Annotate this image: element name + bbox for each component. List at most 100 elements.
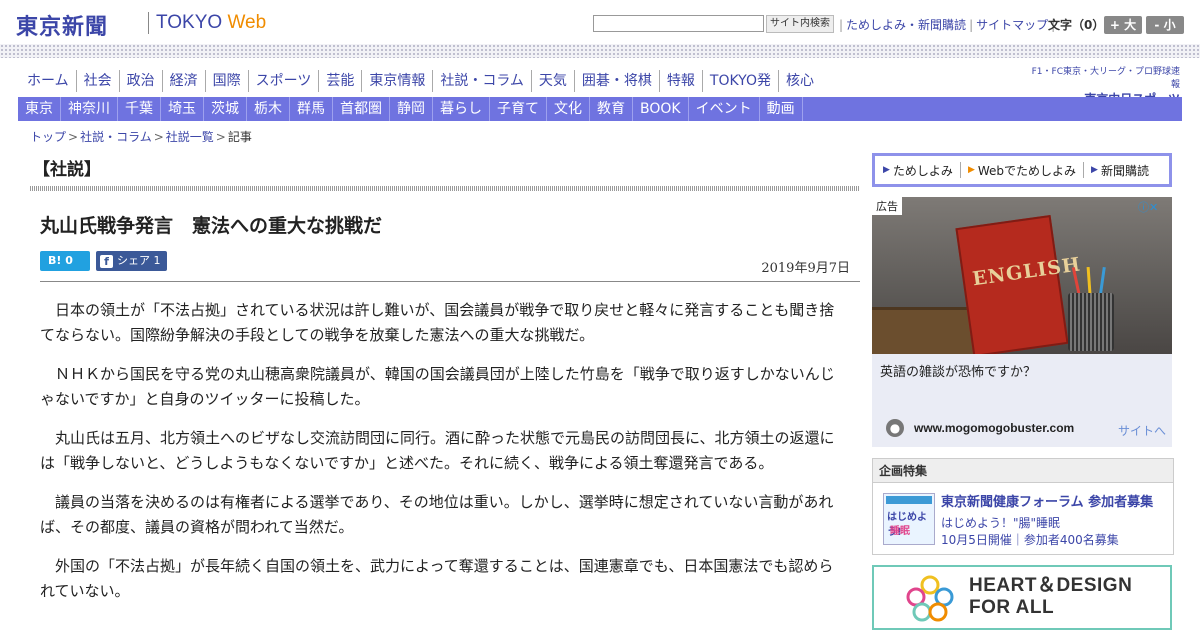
region-gunma[interactable]: 群馬 [290, 97, 333, 121]
adchoices-icon[interactable]: ⓘ✕ [1138, 199, 1158, 215]
nav-living[interactable]: 暮らし [433, 97, 490, 121]
nav-tokyo-info[interactable]: 東京情報 [361, 70, 432, 92]
article-paragraph: 外国の「不法占拠」が長年続く自国の領土を、武力によって奪還することは、国連憲章で… [40, 557, 834, 600]
nav-parenting[interactable]: 子育て [490, 97, 547, 121]
site-header: 東京新聞 TOKYO Web サイト内検索 | ためしよみ・新聞購読 | サイトマップ… [0, 0, 1200, 46]
ad-image[interactable]: ENGLISH 広告 ⓘ✕ [872, 197, 1172, 354]
site-logo-jp[interactable]: 東京新聞 [16, 9, 108, 41]
nav-weather[interactable]: 天気 [530, 70, 574, 92]
article-paragraph: 議員の当落を決めるのは有権者による選挙であり、その地位は重い。しかし、選挙時に想… [40, 493, 834, 536]
ad-site-link[interactable]: サイトへ [1118, 422, 1166, 439]
feature-title[interactable]: 東京新聞健康フォーラム 参加者募集 [941, 491, 1153, 510]
font-larger-button[interactable]: + 大 [1104, 16, 1142, 34]
section-hatch-divider [30, 186, 860, 191]
search-input[interactable] [593, 15, 764, 32]
article-body: 日本の領土が「不法占拠」されている状況は許し難いが、国会議員が戦争で取り戻せと軽… [40, 298, 840, 618]
breadcrumb: トップ > 社説・コラム > 社説一覧 > 記事 [30, 128, 252, 145]
ad-book-text: ENGLISH [971, 253, 1083, 291]
link-trial[interactable]: ためしよみ [893, 162, 953, 179]
triangle-icon: ▶ [1091, 165, 1098, 175]
feature-heading: 企画特集 [873, 459, 1173, 483]
link-separator: | [969, 18, 974, 32]
article-paragraph: ＮＨＫから国民を守る党の丸山穂高衆院議員が、韓国の国会議員団が上陸した竹島を「戦… [40, 365, 835, 408]
feature-box: 企画特集 はじめよう! 睡眠 東京新聞健康フォーラム 参加者募集 はじめよう！"… [872, 458, 1174, 555]
facebook-share-label: シェア 1 [117, 254, 161, 267]
breadcrumb-editorial[interactable]: 社説・コラム [80, 130, 152, 144]
region-ibaraki[interactable]: 茨城 [204, 97, 247, 121]
facebook-share-button[interactable]: f シェア 1 [96, 251, 167, 271]
heart-design-banner[interactable]: HEART＆DESIGN FOR ALL [872, 565, 1172, 630]
nav-sports[interactable]: スポーツ [247, 70, 319, 92]
nav-home[interactable]: ホーム [20, 70, 76, 92]
region-chiba[interactable]: 千葉 [118, 97, 161, 121]
main-nav: ホーム 社会 政治 経済 国際 スポーツ 芸能 東京情報 社説・コラム 天気 囲… [20, 70, 821, 92]
heart-design-line1: HEART＆DESIGN [969, 575, 1133, 596]
font-size-label: 文字（0） [1048, 18, 1105, 32]
nav-tokyo-hatsu[interactable]: TOKYO発 [701, 70, 778, 92]
region-saitama[interactable]: 埼玉 [161, 97, 204, 121]
chunichi-tagline: F1・FC東京・大リーグ・プロ野球速報 [1031, 67, 1180, 90]
thumb-band [886, 496, 932, 504]
publish-date: 2019年9月7日 [761, 261, 850, 276]
breadcrumb-arrow: > [68, 130, 79, 144]
font-smaller-button[interactable]: - 小 [1146, 16, 1184, 34]
ad-label: 広告 [872, 197, 902, 215]
nav-go-shogi[interactable]: 囲碁・将棋 [573, 70, 659, 92]
regional-nav: 東京 神奈川 千葉 埼玉 茨城 栃木 群馬 首都圏 静岡 暮らし 子育て 文化 … [18, 97, 1182, 121]
heart-design-line2: FOR ALL [969, 597, 1055, 618]
region-tochigi[interactable]: 栃木 [247, 97, 290, 121]
ad-url[interactable]: www.mogomogobuster.com [914, 421, 1074, 435]
logo-tokyo: TOKYO [156, 12, 223, 33]
logo-divider [148, 12, 149, 34]
nav-society[interactable]: 社会 [75, 70, 119, 92]
article-rule [40, 281, 860, 282]
nav-book[interactable]: BOOK [633, 97, 689, 121]
breadcrumb-editorial-list[interactable]: 社説一覧 [166, 130, 214, 144]
link-subscribe[interactable]: ためしよみ・新聞購読 [846, 18, 966, 32]
header-links: | ためしよみ・新聞購読 | サイトマップ | [836, 16, 1058, 33]
breadcrumb-top[interactable]: トップ [30, 130, 66, 144]
feature-thumbnail[interactable]: はじめよう! 睡眠 [883, 493, 935, 545]
region-kanagawa[interactable]: 神奈川 [61, 97, 118, 121]
nav-culture[interactable]: 文化 [547, 97, 590, 121]
breadcrumb-current: 記事 [227, 130, 252, 144]
nav-economy[interactable]: 経済 [161, 70, 205, 92]
subscribe-divider [1083, 162, 1085, 178]
nav-entertainment[interactable]: 芸能 [318, 70, 361, 92]
nav-politics[interactable]: 政治 [118, 70, 162, 92]
feature-date[interactable]: 10月5日開催｜参加者400名募集 [941, 531, 1119, 548]
feature-subtitle[interactable]: はじめよう！"腸"睡眠 [941, 514, 1060, 531]
nav-education[interactable]: 教育 [590, 97, 633, 121]
globe-icon: ● [886, 419, 904, 437]
nav-event[interactable]: イベント [689, 97, 760, 121]
ad-headline[interactable]: 英語の雑談が恐怖ですか？ [880, 361, 1036, 380]
region-shutoken[interactable]: 首都圏 [333, 97, 390, 121]
heart-design-logo [906, 575, 954, 622]
article-title: 丸山氏戦争発言 憲法への重大な挑戦だ [40, 215, 383, 237]
search-button[interactable]: サイト内検索 [766, 15, 834, 33]
ad-pencil-cup [1068, 293, 1114, 351]
subscribe-divider [959, 162, 961, 178]
region-tokyo[interactable]: 東京 [18, 97, 61, 121]
facebook-icon: f [100, 254, 113, 268]
heart-design-text: HEART＆DESIGN FOR ALL [969, 575, 1132, 619]
link-separator: | [839, 18, 844, 32]
triangle-icon: ▶ [883, 165, 890, 175]
nav-special[interactable]: 特報 [658, 70, 702, 92]
nav-editorial[interactable]: 社説・コラム [432, 70, 531, 92]
article-paragraph: 丸山氏は五月、北方領土へのビザなし交流訪問団に同行。酒に酔った状態で元島民の訪問… [40, 429, 835, 472]
advertisement[interactable]: ENGLISH 広告 ⓘ✕ 英語の雑談が恐怖ですか？ ● www.mogomog… [872, 197, 1172, 447]
triangle-icon: ▶ [967, 165, 975, 175]
region-shizuoka[interactable]: 静岡 [390, 97, 433, 121]
thumb-text: 睡眠 [890, 526, 910, 537]
hatena-bookmark-button[interactable]: B! 0 [40, 251, 90, 271]
breadcrumb-arrow: > [153, 130, 164, 144]
link-web-trial[interactable]: Webでためしよみ [978, 162, 1076, 179]
site-logo-en[interactable]: TOKYO Web [156, 12, 266, 34]
link-subscription[interactable]: 新聞購読 [1101, 162, 1149, 179]
nav-video[interactable]: 動画 [760, 97, 803, 121]
link-sitemap[interactable]: サイトマップ [976, 18, 1048, 32]
breadcrumb-arrow: > [215, 130, 226, 144]
nav-international[interactable]: 国際 [204, 70, 248, 92]
nav-core[interactable]: 核心 [777, 70, 821, 92]
